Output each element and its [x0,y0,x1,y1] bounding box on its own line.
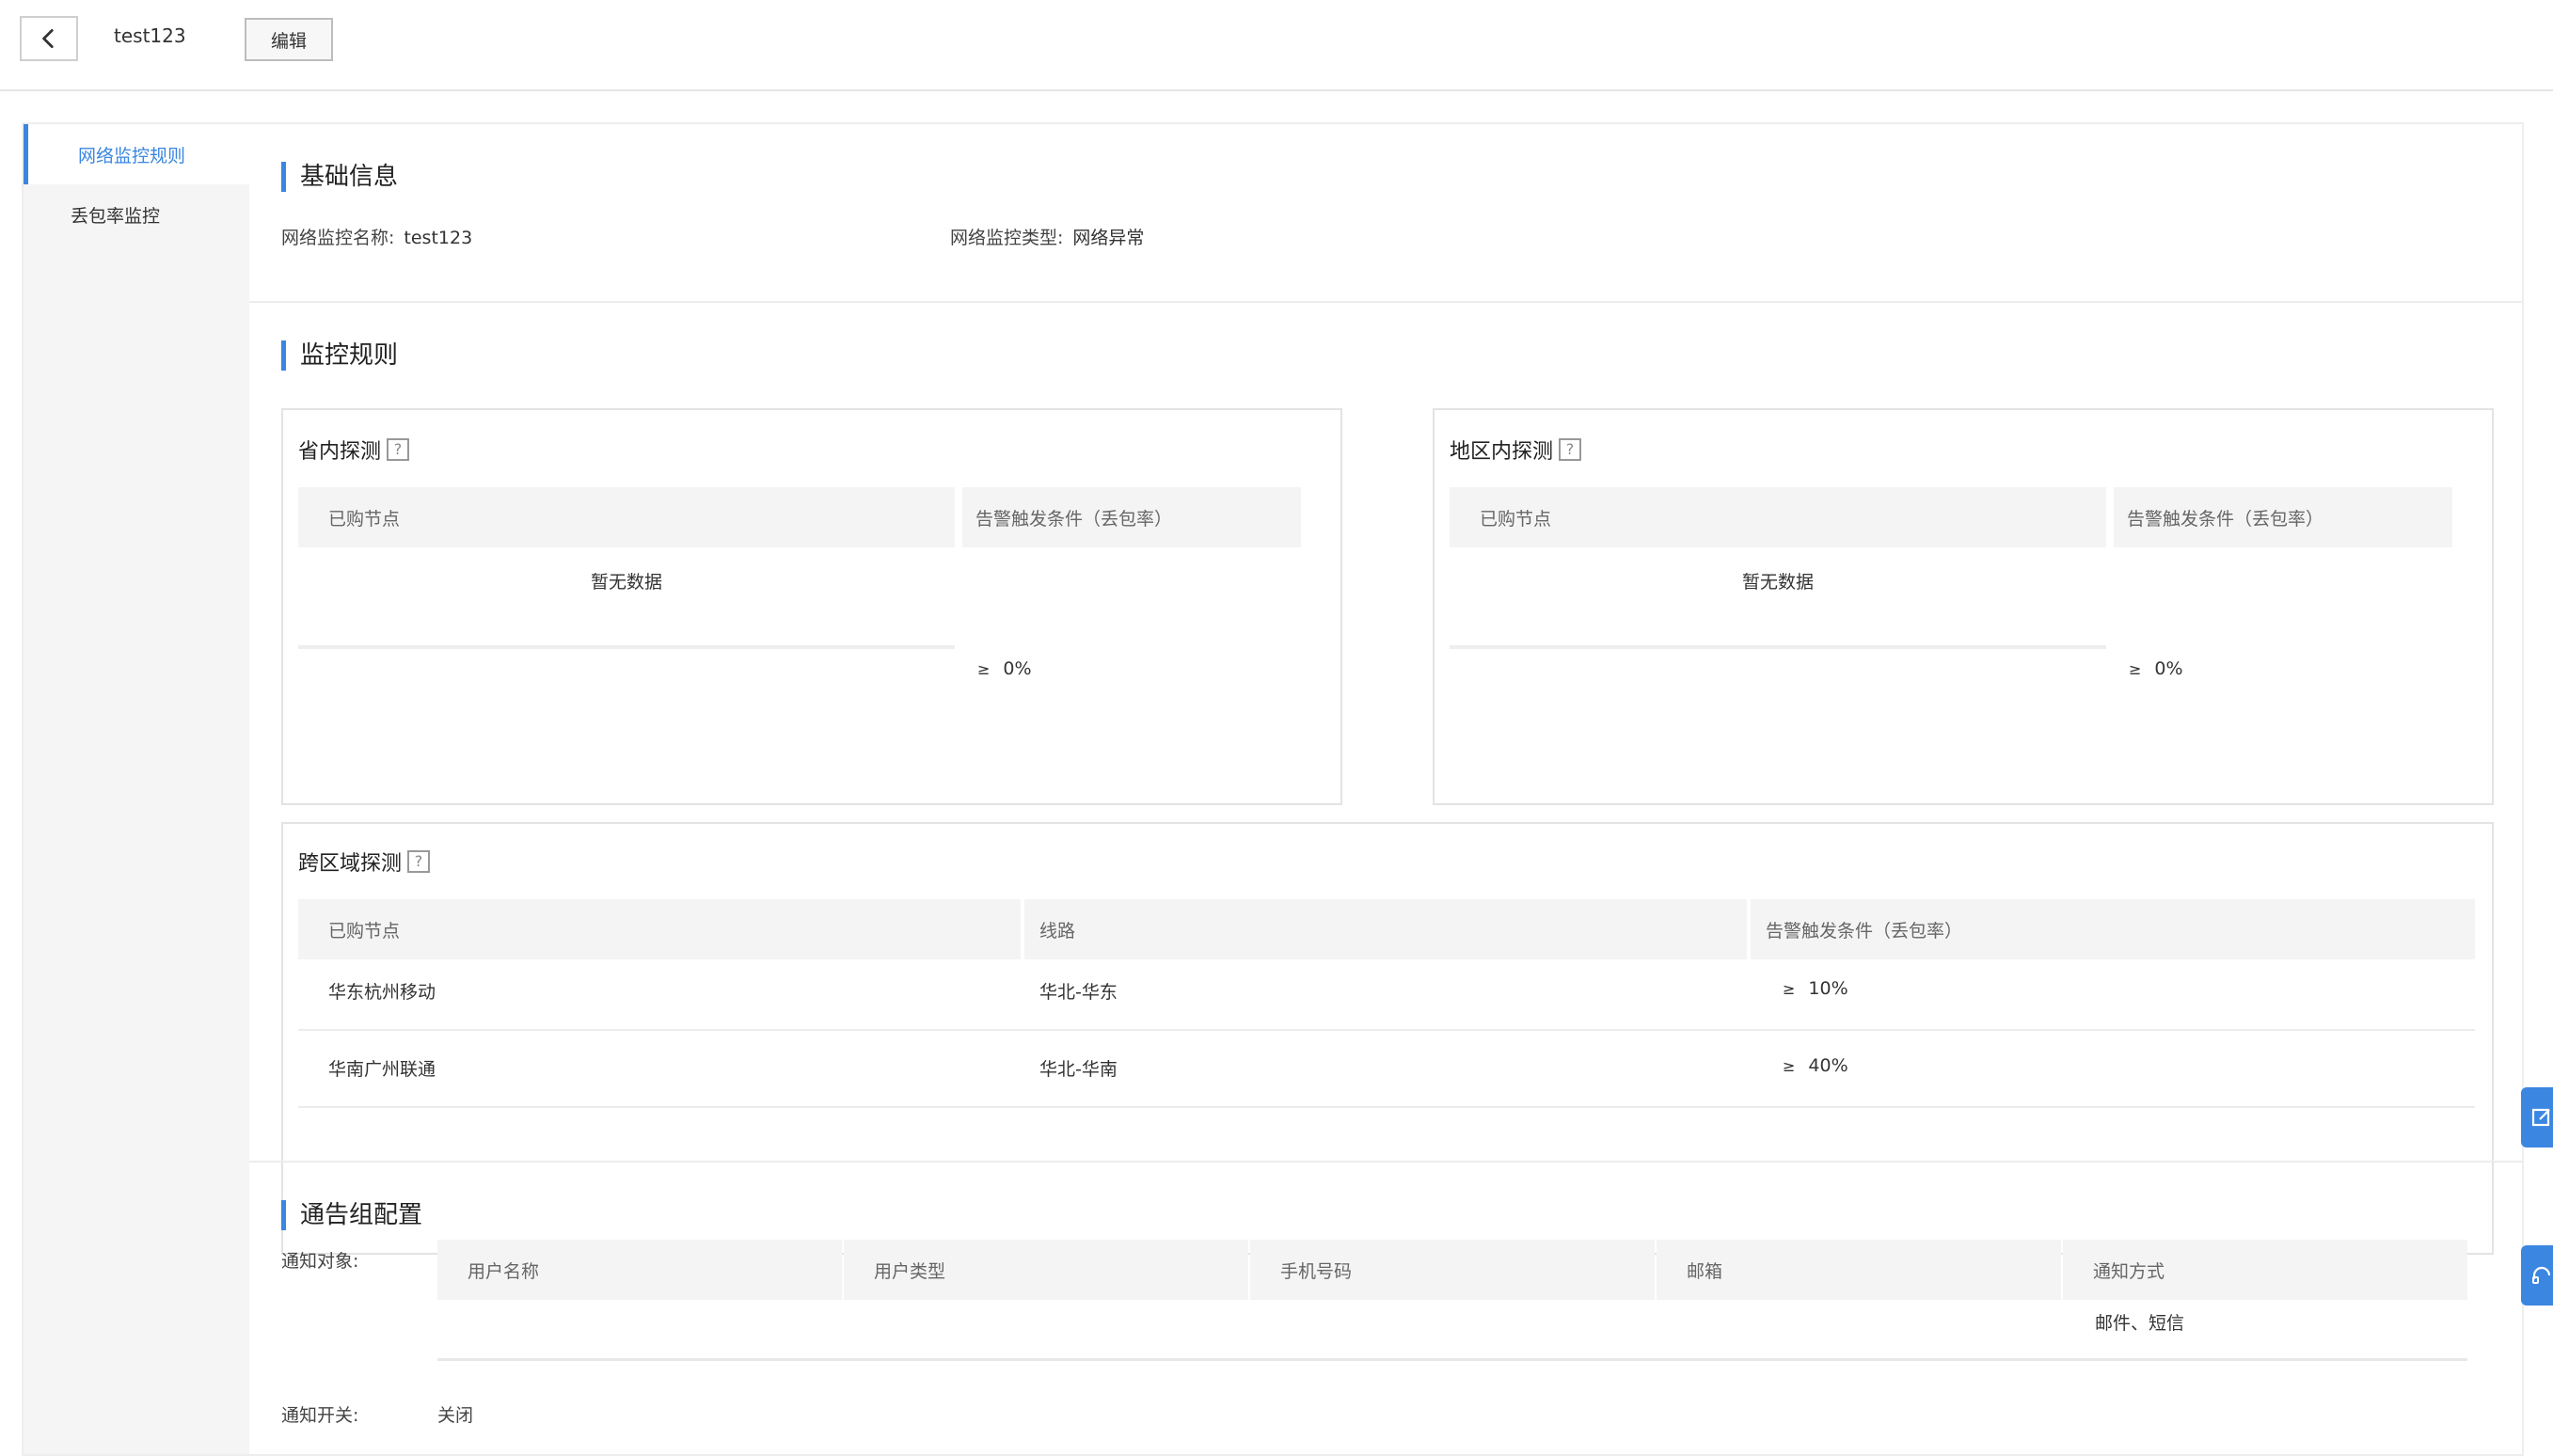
content-panel: 基础信息 网络监控名称: test123 网络监控类型: 网络异常 监控规则 省内探… [249,124,2522,1454]
table-cell-node: 华东杭州移动 [328,982,436,1003]
column-header-user-type: 用户类型 [844,1240,1248,1300]
edit-button[interactable]: 编辑 [245,18,333,61]
divider [249,301,2522,303]
feedback-button[interactable] [2521,1087,2553,1147]
table-divider [298,645,955,649]
table-divider [1450,645,2106,649]
column-header-nodes: 已购节点 [298,899,1021,959]
section-title-monitor-rules: 监控规则 [281,340,398,371]
monitor-type-value: 网络异常 [1072,228,1145,248]
support-button[interactable] [2521,1245,2553,1306]
province-probe-title: 省内探测? [298,435,410,465]
table-cell-route: 华北-华东 [1039,982,1118,1003]
section-title-notify-group: 通告组配置 [281,1200,422,1230]
sidebar: 网络监控规则 丢包率监控 [24,124,249,1454]
condition-value: ≥0% [2129,658,2183,679]
table-row-divider [298,1029,2475,1031]
ge-symbol: ≥ [1783,979,1796,998]
column-header-condition: 告警触发条件（丢包率） [2114,487,2452,547]
threshold-value: 40% [1808,1055,1848,1076]
empty-data-text: 暂无数据 [590,572,662,593]
column-header-email: 邮箱 [1657,1240,2061,1300]
notify-switch-field: 通知开关: [281,1401,358,1427]
headset-icon [2532,1266,2551,1284]
ge-symbol: ≥ [977,659,991,678]
ge-symbol: ≥ [1783,1056,1796,1075]
province-probe-title-text: 省内探测 [298,440,382,464]
table-row-divider [437,1358,2467,1361]
section-title-basic-info: 基础信息 [281,162,398,192]
table-cell-node: 华南广州联通 [328,1059,436,1080]
back-button[interactable] [20,16,78,61]
monitor-type-field: 网络监控类型: 网络异常 [950,224,1144,249]
sidebar-item-packet-loss[interactable]: 丢包率监控 [24,184,249,245]
sidebar-item-network-rules[interactable]: 网络监控规则 [24,124,249,184]
cross-region-probe-title-text: 跨区域探测 [298,852,403,876]
column-header-condition: 告警触发条件（丢包率） [962,487,1301,547]
region-probe-panel: 地区内探测? 已购节点 告警触发条件（丢包率） 暂无数据 ≥0% [1433,408,2494,805]
monitor-type-label: 网络监控类型: [950,228,1064,248]
empty-data-text: 暂无数据 [1741,572,1814,593]
region-probe-title-text: 地区内探测 [1450,440,1554,464]
monitor-name-field: 网络监控名称: test123 [281,224,472,249]
edit-icon [2531,1108,2550,1127]
divider [249,1161,2522,1163]
help-icon[interactable]: ? [387,438,410,461]
table-cell-notify-method: 邮件、短信 [2095,1313,2185,1334]
condition-value: ≥0% [977,658,1032,679]
column-header-route: 线路 [1024,899,1747,959]
top-bar: test123 编辑 [0,0,2553,91]
notify-target-label: 通知对象: [281,1251,359,1272]
column-header-user-name: 用户名称 [437,1240,842,1300]
notify-switch-value: 关闭 [437,1405,474,1426]
cross-region-probe-title: 跨区域探测? [298,847,431,877]
help-icon[interactable]: ? [407,850,431,873]
column-header-nodes: 已购节点 [1450,487,2106,547]
region-probe-title: 地区内探测? [1450,435,1582,465]
cross-region-probe-panel: 跨区域探测? 已购节点 线路 告警触发条件（丢包率） 华东杭州移动 华北-华东 … [281,822,2494,1255]
threshold-value: 0% [1003,658,1032,679]
column-header-phone: 手机号码 [1250,1240,1655,1300]
threshold-value: 0% [2154,658,2183,679]
notify-switch-label: 通知开关: [281,1405,359,1426]
monitor-name-value: test123 [404,228,473,248]
help-icon[interactable]: ? [1559,438,1582,461]
province-probe-panel: 省内探测? 已购节点 告警触发条件（丢包率） 暂无数据 ≥0% [281,408,1342,805]
table-row-divider [298,1106,2475,1108]
table-cell-route: 华北-华南 [1039,1059,1118,1080]
column-header-notify-method: 通知方式 [2063,1240,2467,1300]
chevron-left-icon [42,28,54,49]
main-layout: 网络监控规则 丢包率监控 基础信息 网络监控名称: test123 网络监控类型:… [22,122,2524,1456]
column-header-nodes: 已购节点 [298,487,955,547]
threshold-value: 10% [1808,978,1848,999]
column-header-condition: 告警触发条件（丢包率） [1751,899,2475,959]
page-title: test123 [114,24,186,47]
ge-symbol: ≥ [2129,659,2142,678]
monitor-name-label: 网络监控名称: [281,228,395,248]
table-cell-condition: ≥40% [1783,1055,1848,1076]
table-cell-condition: ≥10% [1783,978,1848,999]
